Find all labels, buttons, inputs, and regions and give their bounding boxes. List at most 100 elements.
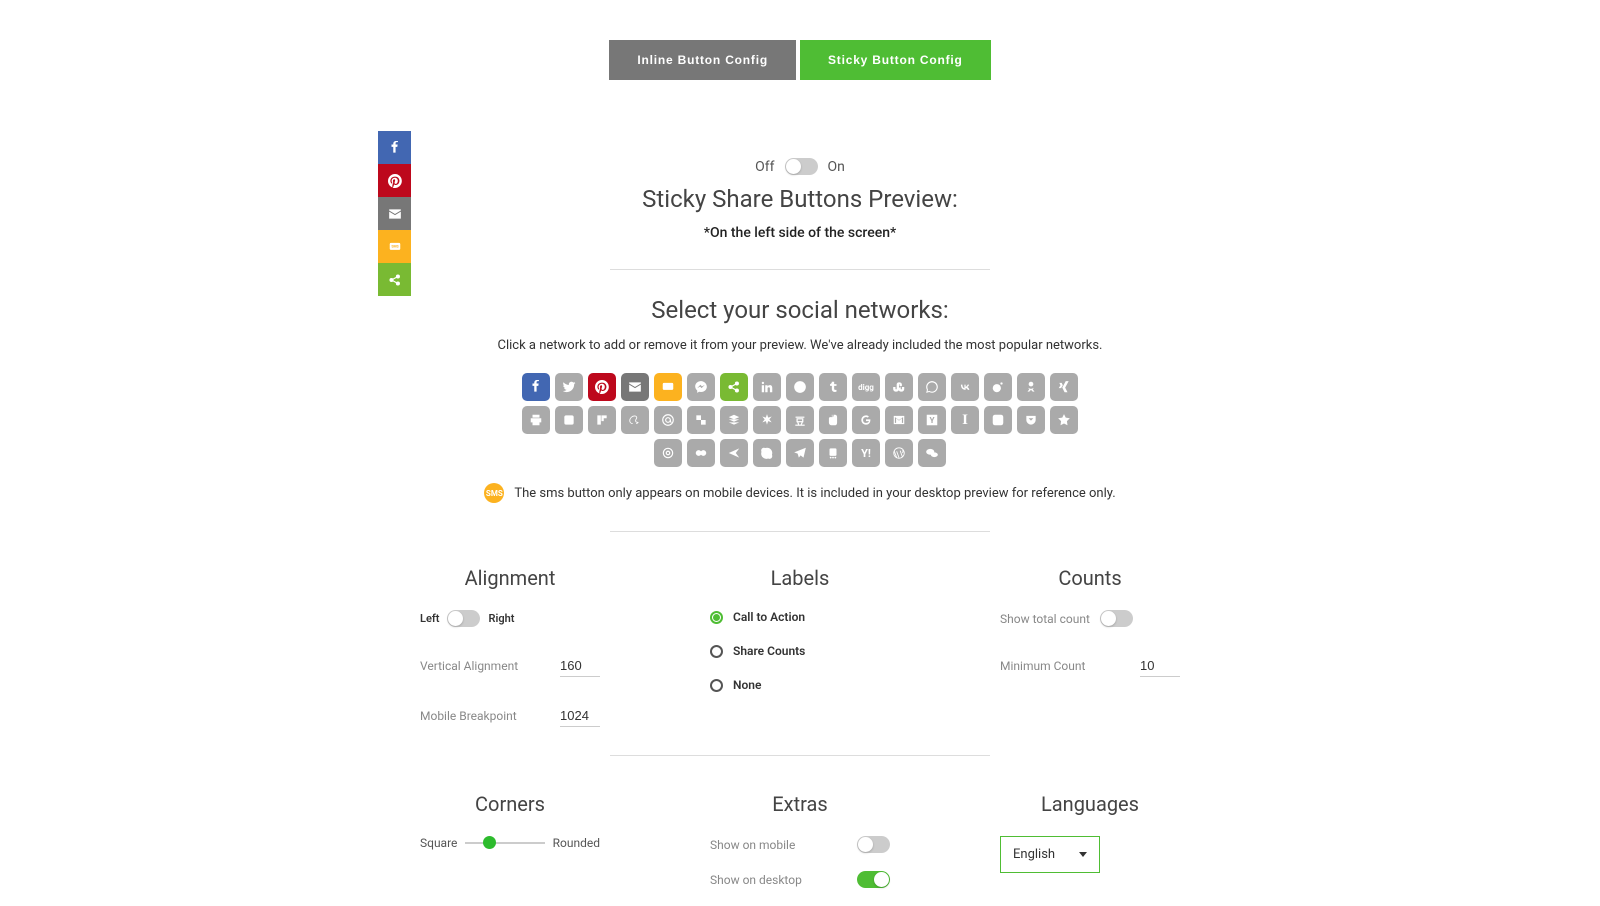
align-right-label: Right <box>488 612 514 625</box>
corners-heading: Corners <box>420 792 600 816</box>
network-diaspora-icon[interactable] <box>753 406 781 434</box>
network-mailru-icon[interactable] <box>654 406 682 434</box>
sms-badge-icon: SMS <box>484 483 504 503</box>
network-renren-icon[interactable] <box>687 439 715 467</box>
radio-icon <box>710 611 723 624</box>
network-refind-icon[interactable] <box>654 439 682 467</box>
network-google-icon[interactable] <box>852 406 880 434</box>
divider <box>610 531 990 532</box>
network-twitter-icon[interactable] <box>555 373 583 401</box>
network-meneame-icon[interactable] <box>621 406 649 434</box>
labels-heading: Labels <box>710 566 890 590</box>
radio-cta-label: Call to Action <box>733 610 805 624</box>
network-gmail-icon[interactable] <box>885 406 913 434</box>
network-grid: digg 豆 Y I Y! <box>520 373 1080 467</box>
radio-counts-label: Share Counts <box>733 644 805 658</box>
network-line-icon[interactable] <box>984 406 1012 434</box>
min-count-input[interactable] <box>1140 655 1180 677</box>
network-hackernews-icon[interactable]: Y <box>918 406 946 434</box>
network-weibo-icon[interactable] <box>984 373 1012 401</box>
show-mobile-toggle[interactable] <box>857 836 890 853</box>
network-messenger-icon[interactable] <box>687 373 715 401</box>
network-xing-icon[interactable] <box>1050 373 1078 401</box>
network-surfingbird-icon[interactable] <box>720 439 748 467</box>
network-wechat-icon[interactable] <box>918 439 946 467</box>
divider <box>610 755 990 756</box>
network-tumblr-icon[interactable] <box>819 373 847 401</box>
sticky-email-icon[interactable] <box>378 197 411 230</box>
tab-inline-config[interactable]: Inline Button Config <box>609 40 796 80</box>
network-odnoklassniki-icon[interactable] <box>1017 373 1045 401</box>
alignment-heading: Alignment <box>420 566 600 590</box>
network-douban-icon[interactable]: 豆 <box>786 406 814 434</box>
radio-counts[interactable]: Share Counts <box>710 644 890 658</box>
counts-heading: Counts <box>1000 566 1180 590</box>
preview-title: Sticky Share Buttons Preview: <box>340 185 1260 213</box>
network-digg-icon[interactable]: digg <box>852 373 880 401</box>
radio-none[interactable]: None <box>710 678 890 692</box>
network-reddit-icon[interactable] <box>786 373 814 401</box>
vertical-align-label: Vertical Alignment <box>420 659 518 673</box>
show-mobile-label: Show on mobile <box>710 838 795 852</box>
show-total-toggle[interactable] <box>1100 610 1133 627</box>
network-sms-icon[interactable] <box>654 373 682 401</box>
network-email-icon[interactable] <box>621 373 649 401</box>
network-sharethis-icon[interactable] <box>720 373 748 401</box>
network-flipboard-icon[interactable] <box>588 406 616 434</box>
square-label: Square <box>420 836 457 850</box>
select-networks-subtitle: Click a network to add or remove it from… <box>340 338 1260 353</box>
show-desktop-label: Show on desktop <box>710 873 802 887</box>
network-print-icon[interactable] <box>522 406 550 434</box>
radio-none-label: None <box>733 678 761 692</box>
toggle-off-label: Off <box>755 159 774 175</box>
network-buffer-icon[interactable] <box>720 406 748 434</box>
chevron-down-icon <box>1079 852 1087 857</box>
select-networks-title: Select your social networks: <box>340 296 1260 324</box>
network-instapaper-icon[interactable]: I <box>951 406 979 434</box>
mobile-breakpoint-input[interactable] <box>560 705 600 727</box>
rounded-label: Rounded <box>553 836 600 850</box>
radio-cta[interactable]: Call to Action <box>710 610 890 624</box>
tab-sticky-config[interactable]: Sticky Button Config <box>800 40 991 80</box>
network-delicious-icon[interactable] <box>687 406 715 434</box>
network-qzone-icon[interactable] <box>1050 406 1078 434</box>
show-desktop-toggle[interactable] <box>857 871 890 888</box>
languages-heading: Languages <box>1000 792 1180 816</box>
network-pocket-icon[interactable] <box>1017 406 1045 434</box>
network-evernote-icon[interactable] <box>819 406 847 434</box>
network-facebook-icon[interactable] <box>522 373 550 401</box>
network-wordpress-icon[interactable] <box>885 439 913 467</box>
corners-slider[interactable] <box>465 842 544 844</box>
network-linkedin-icon[interactable] <box>753 373 781 401</box>
network-stumbleupon-icon[interactable] <box>885 373 913 401</box>
network-whatsapp-icon[interactable] <box>918 373 946 401</box>
alignment-toggle[interactable] <box>447 610 480 627</box>
network-skype-icon[interactable] <box>753 439 781 467</box>
sticky-facebook-icon[interactable] <box>378 131 411 164</box>
align-left-label: Left <box>420 612 439 625</box>
language-select[interactable]: English <box>1000 836 1100 873</box>
network-blogger-icon[interactable] <box>555 406 583 434</box>
show-total-label: Show total count <box>1000 612 1090 626</box>
extras-heading: Extras <box>710 792 890 816</box>
sticky-pinterest-icon[interactable] <box>378 164 411 197</box>
sms-note-text: The sms button only appears on mobile de… <box>514 486 1115 501</box>
divider <box>610 269 990 270</box>
language-selected: English <box>1013 847 1055 862</box>
network-vk-icon[interactable] <box>951 373 979 401</box>
sticky-share-icon[interactable] <box>378 263 411 296</box>
sticky-sms-icon[interactable]: SMS <box>378 230 411 263</box>
min-count-label: Minimum Count <box>1000 659 1085 673</box>
enable-toggle[interactable] <box>785 158 818 175</box>
sticky-preview-sidebar: SMS <box>378 131 411 296</box>
network-pinterest-icon[interactable] <box>588 373 616 401</box>
network-telegram-icon[interactable] <box>786 439 814 467</box>
svg-text:SMS: SMS <box>391 244 399 248</box>
preview-subtitle: *On the left side of the screen* <box>340 225 1260 241</box>
network-threema-icon[interactable] <box>819 439 847 467</box>
vertical-align-input[interactable] <box>560 655 600 677</box>
toggle-on-label: On <box>828 159 845 175</box>
radio-icon <box>710 679 723 692</box>
mobile-breakpoint-label: Mobile Breakpoint <box>420 709 517 723</box>
network-yahoo-icon[interactable]: Y! <box>852 439 880 467</box>
